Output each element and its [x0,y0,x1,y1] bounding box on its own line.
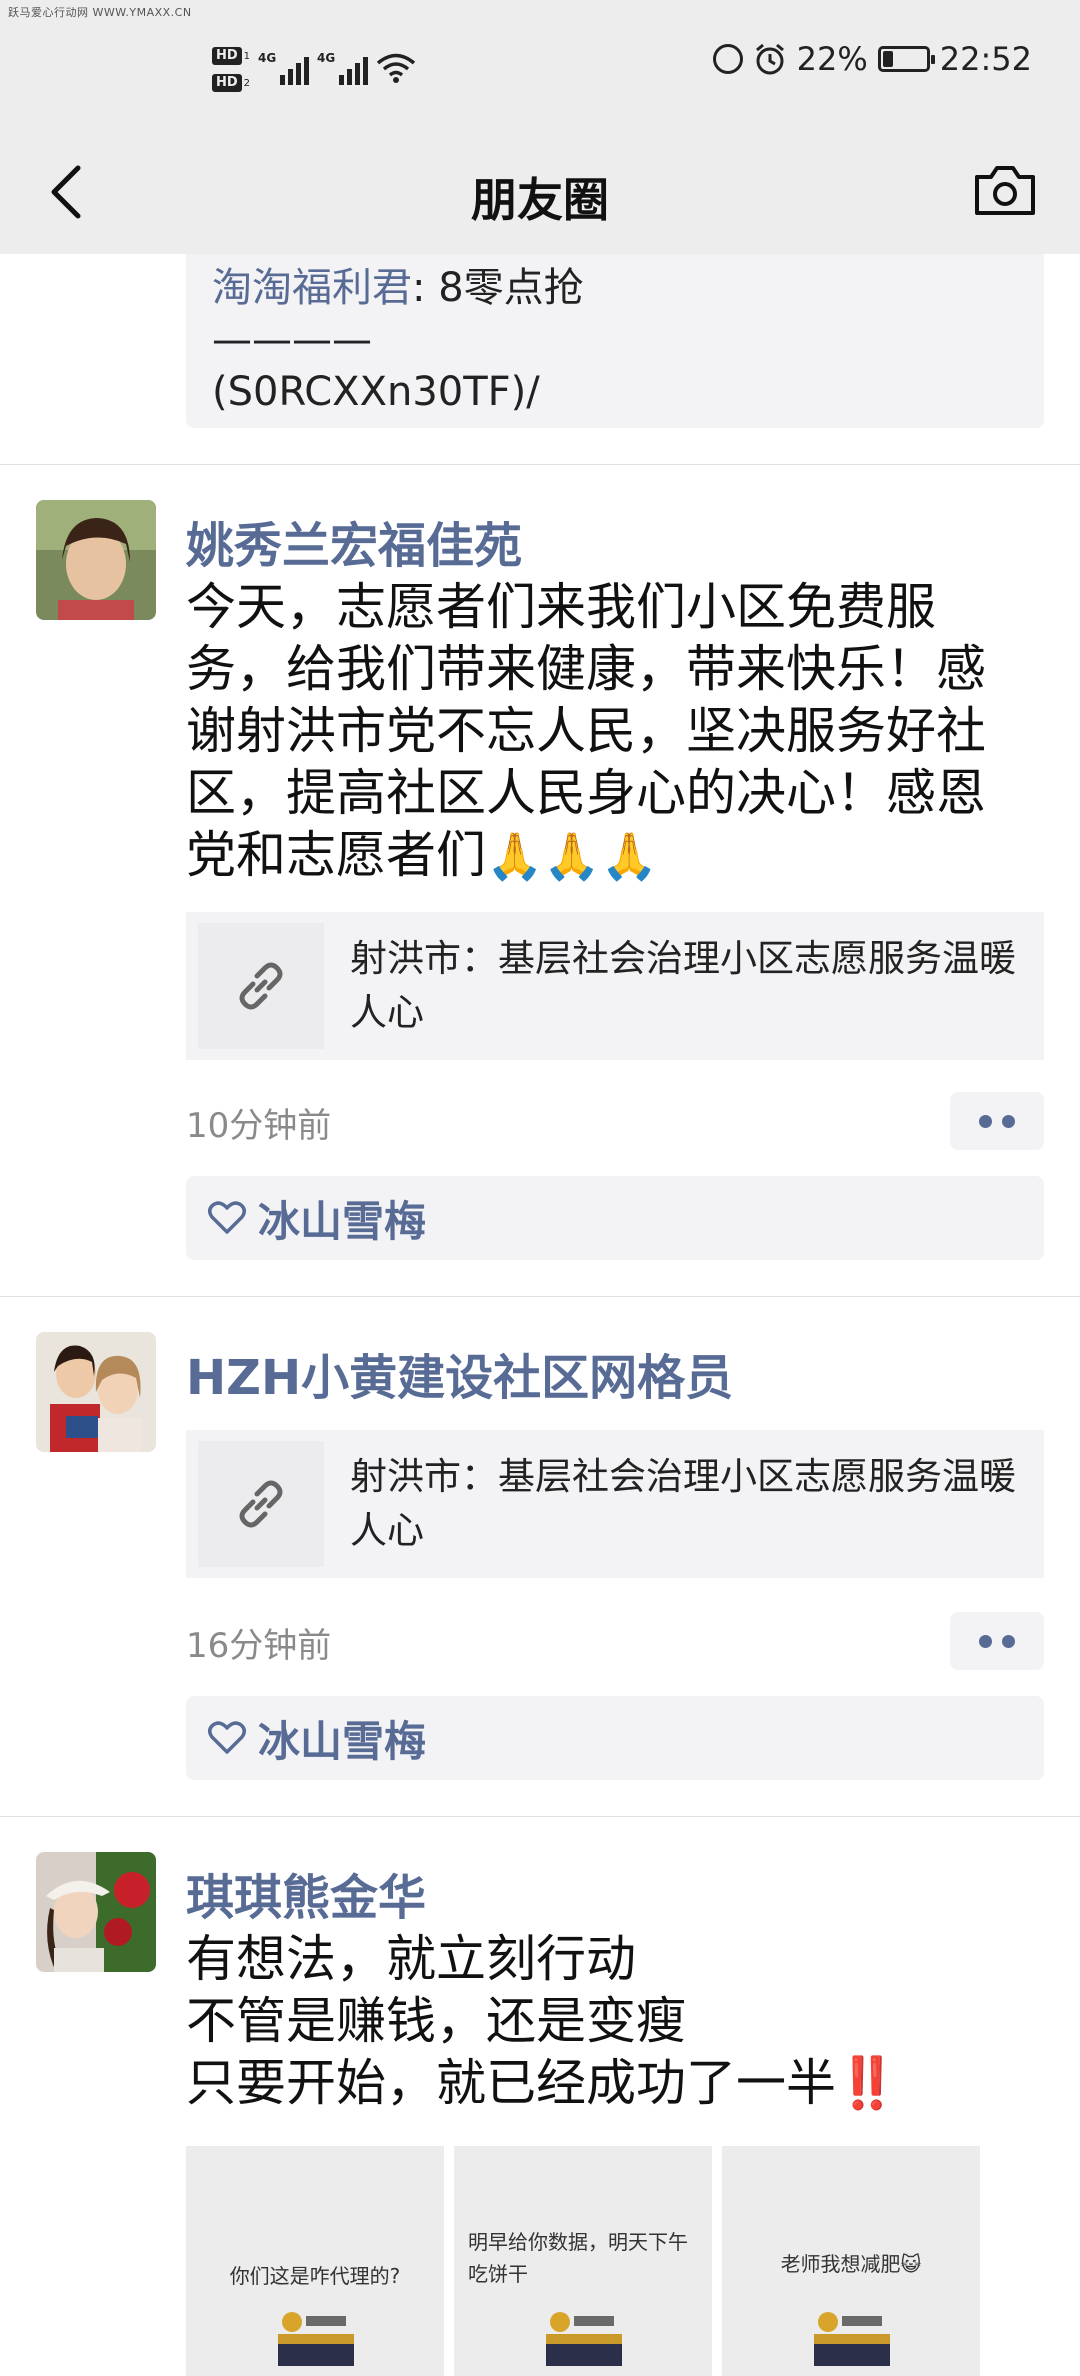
product-logo-icon [814,2312,890,2366]
post-text: 有想法，就立刻行动 不管是赚钱，还是变瘦 只要开始，就已经成功了一半‼️ [186,1930,899,2112]
post-time: 10分钟前 [186,1106,332,1146]
wifi-icon [376,53,416,83]
double-exclamation-emoji: ‼️ [836,2054,899,2112]
link-title: 射洪市：基层社会治理小区志愿服务温暖人心 [350,1455,1016,1552]
avatar[interactable] [36,500,156,620]
image-thumbnail[interactable]: 明早给你数据，明天下午吃饼干 [454,2146,712,2376]
post-divider [0,1296,1080,1297]
heart-icon [208,1721,246,1754]
image-thumbnail[interactable]: 老师我想减肥😺 [722,2146,980,2376]
post-divider [0,1816,1080,1817]
battery-icon [877,46,935,72]
link-title: 射洪市：基层社会治理小区志愿服务温暖人心 [350,937,1016,1034]
avatar[interactable] [36,1852,156,1972]
more-actions-button[interactable] [950,1092,1044,1150]
link-card[interactable]: 射洪市：基层社会治理小区志愿服务温暖人心 [186,1430,1044,1578]
comment-author-link[interactable]: 淘淘福利君 [212,265,412,311]
camera-button[interactable] [970,158,1040,222]
hd1-icon: HD [212,47,242,65]
product-logo-icon [546,2312,622,2366]
likes-box: 冰山雪梅 [186,1696,1044,1780]
battery-percent: 22% [796,40,868,78]
clock: 22:52 [939,40,1032,78]
signal-strength-icon: 4G [258,51,310,85]
post-divider [0,464,1080,465]
product-logo-icon [278,2312,354,2366]
likes-box: 冰山雪梅 [186,1176,1044,1260]
previous-comment-box: 淘淘福利君: 8零点抢 ———— (S0RCXXn30TF)/ [186,254,1044,428]
post-author-name[interactable]: HZH小黄建设社区网格员 [186,1338,733,1408]
more-actions-button[interactable] [950,1612,1044,1670]
post-author-name[interactable]: 琪琪熊金华 [186,1858,426,1928]
data-saver-icon [712,44,743,74]
alarm-icon [755,43,784,75]
link-thumb [198,923,324,1049]
comment-line-3: (S0RCXXn30TF)/ [212,369,540,415]
post-time: 16分钟前 [186,1626,332,1666]
image-grid: 你们这是咋代理的? 明早给你数据，明天下午吃饼干 老师我想减肥😺 [186,2146,986,2376]
comment-line: 淘淘福利君: 8零点抢 [212,265,584,311]
watermark-text: 跃马爱心行动网 WWW.YMAXX.CN [8,6,192,19]
post-author-name[interactable]: 姚秀兰宏福佳苑 [186,506,522,576]
comment-line-2: ———— [212,317,372,363]
page-title: 朋友圈 [471,173,609,227]
avatar[interactable] [36,1332,156,1452]
link-thumb [198,1441,324,1567]
heart-icon [208,1201,246,1234]
nav-bar: 朋友圈 [0,130,1080,254]
post-text: 今天，志愿者们来我们小区免费服 务，给我们带来健康，带来快乐！感 谢射洪市党不忘… [186,578,986,884]
pray-emoji: 🙏🙏🙏 [486,829,658,883]
like-user-link[interactable]: 冰山雪梅 [258,1708,426,1769]
image-thumbnail[interactable]: 你们这是咋代理的? [186,2146,444,2376]
camera-icon [975,166,1035,215]
link-icon [239,962,283,1010]
signal-strength-icon-2: 4G [317,51,369,85]
like-user-link[interactable]: 冰山雪梅 [258,1188,426,1249]
link-icon [239,1480,283,1528]
hd2-icon: HD [212,74,242,92]
link-card[interactable]: 射洪市：基层社会治理小区志愿服务温暖人心 [186,912,1044,1060]
signal-area: HD 1 HD 2 4G 4G [212,38,416,98]
